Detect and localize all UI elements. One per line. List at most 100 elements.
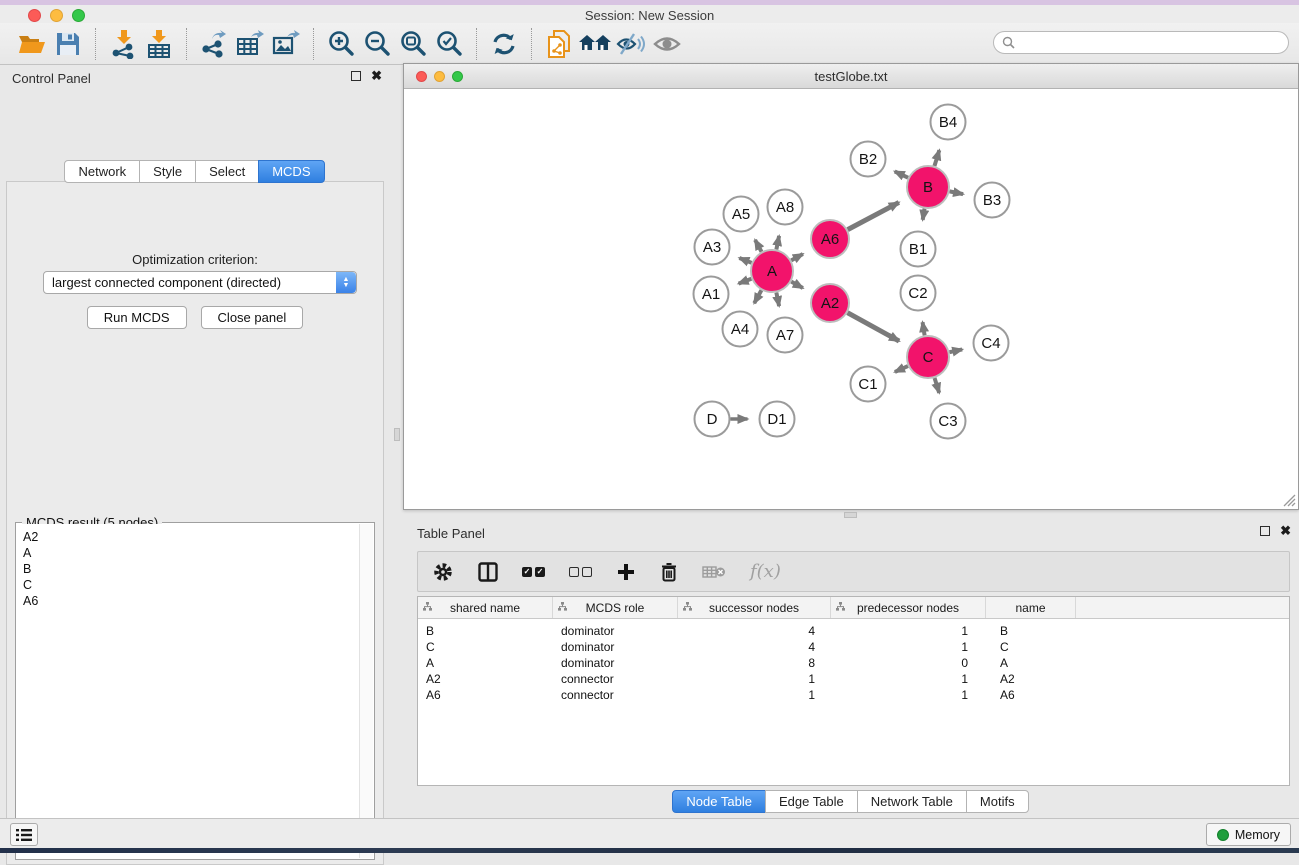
- cell-successor[interactable]: 1: [678, 671, 831, 687]
- save-session-button[interactable]: [50, 27, 86, 61]
- cell-name[interactable]: A: [986, 655, 1076, 671]
- network-window-titlebar[interactable]: testGlobe.txt: [404, 64, 1298, 89]
- zoom-selected-button[interactable]: [431, 27, 467, 61]
- graph-edge-A2-C[interactable]: [848, 313, 900, 341]
- export-network-button[interactable]: [196, 27, 232, 61]
- column-view-icon[interactable]: [478, 562, 498, 582]
- graph-edge-A-A1[interactable]: [739, 279, 752, 284]
- graph-edge-A-A8[interactable]: [776, 236, 779, 250]
- graph-edge-B-B3[interactable]: [950, 191, 964, 194]
- table-row[interactable]: A2connector11A2: [418, 671, 1289, 687]
- close-table-panel-icon[interactable]: ✖: [1280, 526, 1291, 536]
- tab-style[interactable]: Style: [139, 160, 196, 183]
- cell-predecessor[interactable]: 1: [831, 623, 986, 639]
- cell-shared-name[interactable]: A2: [418, 671, 553, 687]
- cell-mcds-role[interactable]: dominator: [553, 639, 678, 655]
- graph-edge-B-B2[interactable]: [895, 171, 908, 177]
- tab-motifs[interactable]: Motifs: [966, 790, 1029, 813]
- home-button[interactable]: [577, 27, 613, 61]
- graph-edge-B-B1[interactable]: [923, 209, 925, 220]
- task-history-button[interactable]: [10, 823, 38, 846]
- graph-edge-C-C1[interactable]: [895, 366, 908, 372]
- cell-name[interactable]: C: [986, 639, 1076, 655]
- refresh-button[interactable]: [486, 27, 522, 61]
- graph-edge-A-A3[interactable]: [739, 258, 751, 263]
- select-all-columns-icon[interactable]: ✓✓: [522, 567, 545, 577]
- zoom-out-button[interactable]: [359, 27, 395, 61]
- cell-shared-name[interactable]: A: [418, 655, 553, 671]
- criterion-dropdown[interactable]: largest connected component (directed) ▲…: [43, 271, 357, 294]
- delete-table-icon[interactable]: [702, 564, 726, 580]
- tab-select[interactable]: Select: [195, 160, 259, 183]
- column-header-name[interactable]: name: [986, 597, 1076, 618]
- column-header-mcds-role[interactable]: MCDS role: [553, 597, 678, 618]
- close-panel-button[interactable]: Close panel: [201, 306, 304, 329]
- graph-edge-B-B4[interactable]: [934, 150, 939, 166]
- result-item[interactable]: B: [23, 561, 353, 577]
- result-scrollbar[interactable]: [359, 524, 373, 858]
- zoom-fit-button[interactable]: [395, 27, 431, 61]
- show-all-button[interactable]: [649, 27, 685, 61]
- vertical-split-handle[interactable]: [394, 428, 400, 441]
- result-item[interactable]: A2: [23, 529, 353, 545]
- resize-grip-icon[interactable]: [1282, 493, 1296, 507]
- cell-mcds-role[interactable]: connector: [553, 687, 678, 703]
- deselect-all-columns-icon[interactable]: [569, 567, 592, 577]
- tab-mcds[interactable]: MCDS: [258, 160, 324, 183]
- function-builder-icon[interactable]: f(x): [750, 561, 781, 582]
- cell-name[interactable]: B: [986, 623, 1076, 639]
- add-column-icon[interactable]: [616, 562, 636, 582]
- float-panel-icon[interactable]: [351, 71, 361, 81]
- horizontal-split-handle[interactable]: [844, 512, 857, 518]
- cell-shared-name[interactable]: C: [418, 639, 553, 655]
- import-network-button[interactable]: [105, 27, 141, 61]
- cell-shared-name[interactable]: B: [418, 623, 553, 639]
- memory-button[interactable]: Memory: [1206, 823, 1291, 846]
- network-canvas[interactable]: AA1A2A3A4A5A6A7A8BB1B2B3B4CC1C2C3C4DD1: [405, 90, 1297, 509]
- graph-edge-A-A7[interactable]: [776, 293, 779, 307]
- cell-predecessor[interactable]: 1: [831, 639, 986, 655]
- cell-name[interactable]: A6: [986, 687, 1076, 703]
- clone-network-button[interactable]: [541, 27, 577, 61]
- cell-name[interactable]: A2: [986, 671, 1076, 687]
- close-panel-icon[interactable]: ✖: [371, 71, 382, 81]
- delete-column-trash-icon[interactable]: [660, 562, 678, 582]
- table-row[interactable]: Adominator80A: [418, 655, 1289, 671]
- tab-network[interactable]: Network: [64, 160, 140, 183]
- table-row[interactable]: Cdominator41C: [418, 639, 1289, 655]
- export-table-button[interactable]: [232, 27, 268, 61]
- table-row[interactable]: Bdominator41B: [418, 623, 1289, 639]
- run-mcds-button[interactable]: Run MCDS: [87, 306, 187, 329]
- column-header-successor-nodes[interactable]: successor nodes: [678, 597, 831, 618]
- open-file-button[interactable]: [14, 27, 50, 61]
- cell-shared-name[interactable]: A6: [418, 687, 553, 703]
- graph-edge-A-A6[interactable]: [791, 254, 803, 260]
- cell-successor[interactable]: 4: [678, 639, 831, 655]
- tab-node-table[interactable]: Node Table: [672, 790, 766, 813]
- result-item[interactable]: A6: [23, 593, 353, 609]
- search-input[interactable]: [1020, 36, 1288, 50]
- table-settings-gear-icon[interactable]: [432, 561, 454, 583]
- tab-edge-table[interactable]: Edge Table: [765, 790, 858, 813]
- cell-successor[interactable]: 1: [678, 687, 831, 703]
- table-row[interactable]: A6connector11A6: [418, 687, 1289, 703]
- graph-edge-A-A2[interactable]: [791, 282, 803, 288]
- graph-edge-C-C2[interactable]: [923, 322, 925, 335]
- cell-successor[interactable]: 4: [678, 623, 831, 639]
- graph-edge-A-A4[interactable]: [754, 290, 761, 303]
- cell-mcds-role[interactable]: connector: [553, 671, 678, 687]
- column-header-predecessor-nodes[interactable]: predecessor nodes: [831, 597, 986, 618]
- float-table-panel-icon[interactable]: [1260, 526, 1270, 536]
- cell-predecessor[interactable]: 1: [831, 671, 986, 687]
- export-image-button[interactable]: [268, 27, 304, 61]
- cell-predecessor[interactable]: 1: [831, 687, 986, 703]
- cell-predecessor[interactable]: 0: [831, 655, 986, 671]
- cell-mcds-role[interactable]: dominator: [553, 655, 678, 671]
- graph-edge-C-C4[interactable]: [949, 349, 962, 352]
- hide-selected-button[interactable]: [613, 27, 649, 61]
- import-table-button[interactable]: [141, 27, 177, 61]
- result-item[interactable]: C: [23, 577, 353, 593]
- column-header-shared-name[interactable]: shared name: [418, 597, 553, 618]
- cell-successor[interactable]: 8: [678, 655, 831, 671]
- graph-edge-C-C3[interactable]: [935, 378, 940, 393]
